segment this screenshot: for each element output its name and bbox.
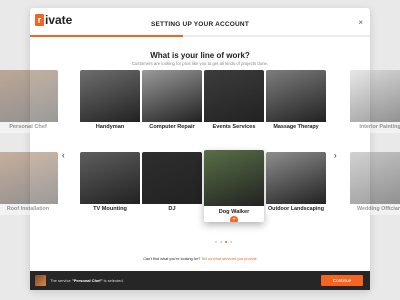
service-label: Outdoor Landscaping	[266, 204, 326, 215]
service-card[interactable]: Wedding Officiant	[350, 152, 400, 215]
setup-modal: r ivate SETTING UP YOUR ACCOUNT × What i…	[30, 8, 370, 290]
page-dot[interactable]	[220, 241, 222, 243]
progress-bar	[30, 35, 370, 37]
selected-service-thumbnail	[35, 275, 46, 286]
close-icon[interactable]: ×	[358, 18, 363, 27]
service-label: Computer Repair	[142, 122, 202, 133]
service-photo	[266, 70, 326, 122]
continue-button[interactable]: Continue	[321, 275, 363, 286]
service-card[interactable]: TV Mounting	[80, 152, 140, 215]
service-photo	[204, 70, 264, 122]
service-photo	[350, 70, 400, 122]
selection-status: The service "Personal Chef" is selected.	[50, 278, 124, 283]
service-label: Roof Installation	[0, 204, 58, 215]
help-question: Can't find what you're looking for?	[143, 257, 201, 261]
service-card[interactable]: Personal Chef	[0, 70, 58, 133]
page-dot-active[interactable]	[225, 241, 227, 243]
service-card[interactable]: Outdoor Landscaping	[266, 152, 326, 215]
service-card[interactable]: Handyman	[80, 70, 140, 133]
service-label: Wedding Officiant	[350, 204, 400, 215]
pagination-dots	[215, 241, 232, 243]
service-photo	[142, 70, 202, 122]
service-card[interactable]: Dog Walker +	[204, 150, 264, 222]
service-photo	[0, 70, 58, 122]
service-label: TV Mounting	[80, 204, 140, 215]
service-photo	[266, 152, 326, 204]
question-subtitle: Customers are looking for pros like you …	[131, 61, 269, 66]
service-photo	[0, 152, 58, 204]
add-badge-icon[interactable]: +	[230, 216, 238, 222]
progress-fill	[30, 35, 183, 37]
service-card[interactable]: Events Services	[204, 70, 264, 133]
service-label: Handyman	[80, 122, 140, 133]
service-card[interactable]: Interior Painting	[350, 70, 400, 133]
service-photo	[350, 152, 400, 204]
suggest-service-link[interactable]: Tell us what services you provide	[201, 257, 257, 261]
page-dot[interactable]	[215, 241, 217, 243]
service-label: Interior Painting	[350, 122, 400, 133]
page-dot[interactable]	[230, 241, 232, 243]
modal-title: SETTING UP YOUR ACCOUNT	[150, 21, 249, 28]
service-photo	[142, 152, 202, 204]
selection-footer: The service "Personal Chef" is selected.…	[30, 271, 370, 290]
chevron-left-icon[interactable]: ‹	[62, 151, 65, 160]
service-photo	[80, 70, 140, 122]
service-photo	[204, 150, 264, 206]
service-card[interactable]: Roof Installation	[0, 152, 58, 215]
service-label: Events Services	[204, 122, 264, 133]
service-label: Personal Chef	[0, 122, 58, 133]
service-label: DJ	[142, 204, 202, 215]
service-card[interactable]: DJ	[142, 152, 202, 215]
service-card[interactable]: Massage Therapy	[266, 70, 326, 133]
service-photo	[80, 152, 140, 204]
service-label: Massage Therapy	[266, 122, 326, 133]
question-heading: What is your line of work?	[150, 51, 250, 60]
help-text: Can't find what you're looking for? Tell…	[30, 257, 370, 261]
chevron-right-icon[interactable]: ›	[334, 151, 337, 160]
service-card[interactable]: Computer Repair	[142, 70, 202, 133]
